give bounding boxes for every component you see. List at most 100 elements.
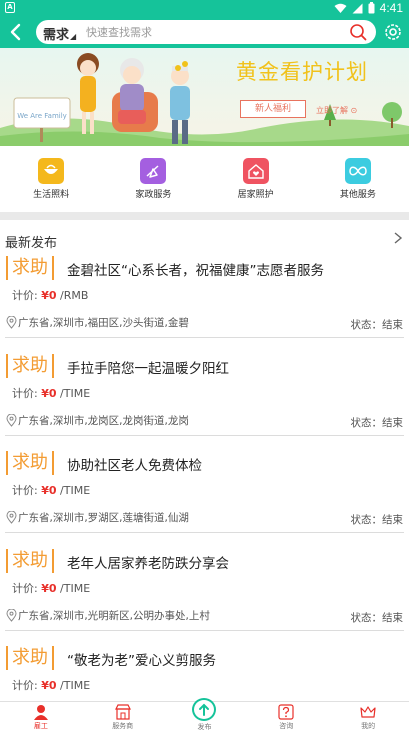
price-unit: /TIME — [60, 484, 91, 497]
housekeeping-icon — [140, 158, 167, 184]
item-title: 手拉手陪您一起温暖夕阳红 — [67, 360, 229, 377]
latest-section-header: 最新发布 — [0, 222, 409, 252]
list-item[interactable]: 求助 手拉手陪您一起温暖夕阳红 计价: ¥0 /TIME 广东省,深圳市,龙岗区… — [0, 350, 409, 448]
bottom-nav: 雇工 服务商 发布 咨询 我的 — [0, 698, 409, 732]
item-price: 计价: ¥0 /TIME — [12, 385, 90, 401]
item-title: 老年人居家养老防跌分享会 — [67, 555, 229, 572]
price-label: 计价: — [12, 581, 38, 595]
help-tag: 求助 — [6, 548, 54, 573]
item-separator — [5, 532, 404, 533]
chevron-right-icon[interactable] — [393, 231, 403, 245]
location-pin-icon — [6, 413, 17, 427]
help-tag: 求助 — [6, 451, 54, 475]
list-item[interactable]: 求助 金碧社区“心系长者，祝福健康”志愿者服务 计价: ¥0 /RMB 广东省,… — [0, 252, 409, 350]
new-user-welfare-button[interactable]: 新人福利 — [240, 100, 306, 118]
nav-item-consult[interactable]: 咨询 — [245, 702, 327, 732]
location-pin-icon — [6, 511, 17, 524]
status-indicators: 4:41 — [334, 1, 403, 15]
search-category-dropdown[interactable]: 需求◢ — [43, 24, 76, 43]
category-label: 居家照护 — [237, 190, 274, 200]
help-tag: 求助 — [6, 646, 54, 670]
item-separator — [5, 629, 404, 631]
price-unit: /TIME — [60, 386, 91, 400]
item-title: “敬老为老”爱心义剪服务 — [67, 653, 216, 669]
signal-icon — [352, 3, 363, 13]
section-divider — [0, 212, 409, 220]
price-unit: /TIME — [60, 581, 91, 595]
price-amount: ¥0 — [41, 386, 57, 400]
nav-label: 雇工 — [33, 722, 48, 730]
banner-title: 黄金看护计划 — [236, 60, 368, 84]
search-input[interactable] — [86, 22, 336, 42]
category-home-care[interactable]: 居家照护 — [205, 146, 307, 212]
life-care-icon — [38, 158, 65, 184]
item-location: 广东省,深圳市,龙岗区,龙岗街道,龙岗 — [6, 413, 189, 428]
location-text: 广东省,深圳市,光明新区,公明办事处,上村 — [18, 609, 210, 622]
nav-item-mine[interactable]: 我的 — [327, 702, 409, 732]
price-label: 计价: — [12, 484, 38, 497]
nav-item-provider[interactable]: 服务商 — [82, 702, 164, 732]
price-unit: /RMB — [60, 289, 89, 302]
item-title: 金碧社区“心系长者，祝福健康”志愿者服务 — [67, 263, 324, 279]
back-arrow-icon[interactable] — [7, 22, 25, 42]
location-pin-icon — [6, 608, 17, 622]
price-amount: ¥0 — [41, 679, 57, 692]
price-label: 计价: — [12, 386, 38, 400]
clock: 4:41 — [379, 1, 403, 15]
battery-icon — [368, 2, 375, 14]
wifi-icon — [334, 3, 347, 13]
category-other-services[interactable]: 其他服务 — [307, 146, 409, 212]
banner-sign: We Are Family — [17, 112, 67, 120]
price-label: 计价: — [12, 289, 38, 302]
location-pin-icon — [6, 316, 17, 329]
category-label: 生活照料 — [33, 190, 70, 200]
crown-icon — [360, 706, 376, 718]
location-text: 广东省,深圳市,龙岗区,龙岗街道,龙岗 — [18, 414, 189, 427]
price-label: 计价: — [12, 679, 38, 692]
location-text: 广东省,深圳市,罗湖区,莲塘街道,仙湖 — [18, 512, 189, 524]
gear-icon[interactable] — [383, 22, 403, 42]
item-title: 协助社区老人免费体检 — [67, 458, 202, 474]
nav-item-publish[interactable]: 发布 — [164, 698, 246, 732]
item-status: 状态：结束 — [350, 319, 404, 331]
price-amount: ¥0 — [41, 581, 57, 595]
search-icon[interactable] — [349, 23, 367, 41]
item-separator — [5, 434, 404, 436]
nav-label: 服务商 — [112, 722, 134, 730]
caret-down-icon: ◢ — [70, 32, 77, 41]
nav-label: 咨询 — [279, 722, 294, 730]
item-price: 计价: ¥0 /TIME — [12, 677, 90, 693]
header: 需求◢ — [0, 16, 409, 48]
notification-a-icon: A — [5, 2, 15, 13]
other-services-icon — [344, 158, 371, 184]
worker-icon — [33, 705, 48, 720]
category-label: 家政服务 — [135, 190, 172, 200]
promo-banner[interactable]: We Are Family 黄金看护计划 新人福利 立即了解 ⊙ — [0, 48, 409, 146]
publish-icon — [192, 698, 217, 721]
nav-label: 发布 — [197, 723, 212, 731]
price-amount: ¥0 — [41, 289, 57, 302]
price-unit: /TIME — [60, 679, 91, 692]
category-housekeeping[interactable]: 家政服务 — [102, 146, 204, 212]
search-category-label: 需求 — [43, 28, 70, 43]
status-bar: A 4:41 — [0, 0, 409, 16]
item-price: 计价: ¥0 /RMB — [12, 287, 88, 303]
category-grid: 生活照料 家政服务 居家照护 其他服务 — [0, 146, 409, 212]
location-text: 广东省,深圳市,福田区,沙头街道,金碧 — [18, 317, 189, 329]
help-tag: 求助 — [6, 353, 54, 378]
category-life-care[interactable]: 生活照料 — [0, 146, 102, 212]
nav-item-worker[interactable]: 雇工 — [0, 702, 82, 732]
item-location: 广东省,深圳市,罗湖区,莲塘街道,仙湖 — [6, 510, 189, 525]
help-tag: 求助 — [6, 256, 54, 280]
list-item[interactable]: 求助 协助社区老人免费体检 计价: ¥0 /TIME 广东省,深圳市,罗湖区,莲… — [0, 447, 409, 545]
category-label: 其他服务 — [339, 190, 376, 200]
question-icon — [278, 704, 294, 720]
learn-more-link[interactable]: 立即了解 ⊙ — [316, 105, 357, 116]
item-separator — [5, 337, 404, 338]
search-bar: 需求◢ — [36, 20, 376, 44]
request-list: 求助 金碧社区“心系长者，祝福健康”志愿者服务 计价: ¥0 /RMB 广东省,… — [0, 252, 409, 732]
list-item[interactable]: 求助 老年人居家养老防跌分享会 计价: ¥0 /TIME 广东省,深圳市,光明新… — [0, 545, 409, 643]
item-price: 计价: ¥0 /TIME — [12, 580, 90, 596]
nav-label: 我的 — [361, 722, 376, 730]
home-care-icon — [242, 158, 269, 184]
